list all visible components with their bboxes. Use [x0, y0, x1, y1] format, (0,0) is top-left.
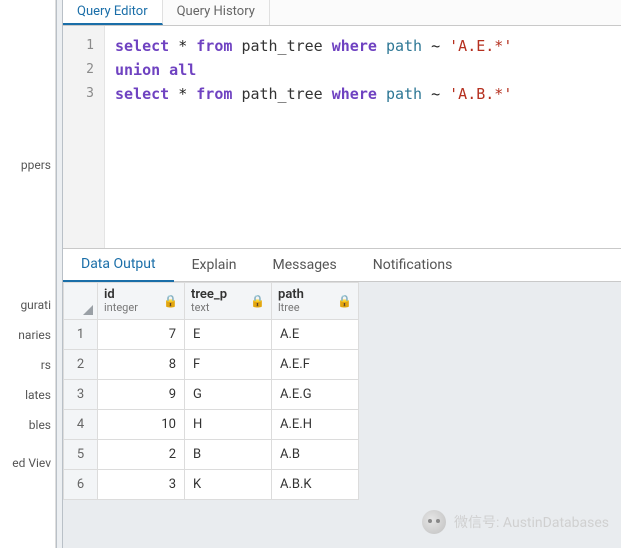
cell-tree-p[interactable]: K — [185, 470, 272, 500]
tree-item[interactable]: rs — [0, 350, 55, 380]
row-number[interactable]: 4 — [64, 410, 98, 440]
cell-id[interactable]: 2 — [98, 440, 185, 470]
column-type: integer — [104, 302, 138, 314]
column-type: text — [191, 302, 227, 314]
cell-path[interactable]: A.E.G — [272, 380, 359, 410]
row-number[interactable]: 6 — [64, 470, 98, 500]
browser-tree-panel: ppers gurati naries rs lates bles ed Vie… — [0, 0, 56, 548]
line-gutter: 1 2 3 — [63, 26, 105, 248]
result-tabs: Data Output Explain Messages Notificatio… — [63, 248, 621, 282]
table-row[interactable]: 52BA.B — [64, 440, 359, 470]
table-row[interactable]: 410HA.E.H — [64, 410, 359, 440]
column-header-tree-p[interactable]: tree_p text 🔒 — [185, 283, 272, 320]
cell-path[interactable]: A.B.K — [272, 470, 359, 500]
row-number[interactable]: 2 — [64, 350, 98, 380]
cell-tree-p[interactable]: F — [185, 350, 272, 380]
tab-messages[interactable]: Messages — [254, 249, 354, 281]
cell-id[interactable]: 10 — [98, 410, 185, 440]
tab-query-history[interactable]: Query History — [163, 0, 270, 25]
column-name: id — [104, 288, 138, 302]
cell-id[interactable]: 9 — [98, 380, 185, 410]
tree-item[interactable]: naries — [0, 320, 55, 350]
cell-path[interactable]: A.B — [272, 440, 359, 470]
select-all-corner[interactable] — [64, 283, 98, 320]
corner-triangle-icon — [83, 305, 93, 315]
table-row[interactable]: 63KA.B.K — [64, 470, 359, 500]
line-number: 1 — [63, 34, 94, 58]
tab-notifications[interactable]: Notifications — [355, 249, 471, 281]
cell-tree-p[interactable]: B — [185, 440, 272, 470]
cell-tree-p[interactable]: G — [185, 380, 272, 410]
cell-tree-p[interactable]: H — [185, 410, 272, 440]
cell-id[interactable]: 7 — [98, 320, 185, 350]
cell-path[interactable]: A.E.H — [272, 410, 359, 440]
line-number: 2 — [63, 58, 94, 82]
cell-tree-p[interactable]: E — [185, 320, 272, 350]
table-row[interactable]: 39GA.E.G — [64, 380, 359, 410]
sql-editor[interactable]: 1 2 3 select * from path_tree where path… — [63, 26, 621, 248]
tree-item[interactable]: gurati — [0, 290, 55, 320]
column-header-path[interactable]: path ltree 🔒 — [272, 283, 359, 320]
table-row[interactable]: 17EA.E — [64, 320, 359, 350]
row-number[interactable]: 5 — [64, 440, 98, 470]
tab-explain[interactable]: Explain — [174, 249, 255, 281]
row-number[interactable]: 1 — [64, 320, 98, 350]
tab-data-output[interactable]: Data Output — [63, 248, 174, 283]
result-grid[interactable]: id integer 🔒 tree_p text — [63, 282, 621, 548]
cell-id[interactable]: 3 — [98, 470, 185, 500]
code-area[interactable]: select * from path_tree where path ~ 'A.… — [105, 26, 621, 248]
lock-icon: 🔒 — [159, 294, 178, 308]
column-type: ltree — [278, 302, 304, 314]
query-tabs: Query Editor Query History — [63, 0, 621, 26]
result-table: id integer 🔒 tree_p text — [63, 282, 359, 500]
tab-query-editor[interactable]: Query Editor — [63, 0, 163, 25]
column-header-id[interactable]: id integer 🔒 — [98, 283, 185, 320]
cell-path[interactable]: A.E.F — [272, 350, 359, 380]
row-number[interactable]: 3 — [64, 380, 98, 410]
line-number: 3 — [63, 82, 94, 106]
cell-path[interactable]: A.E — [272, 320, 359, 350]
column-name: path — [278, 288, 304, 302]
tree-item[interactable]: ed Viev — [0, 448, 55, 478]
main-panel: Query Editor Query History 1 2 3 select … — [63, 0, 621, 548]
column-name: tree_p — [191, 288, 227, 302]
tree-item[interactable]: lates — [0, 380, 55, 410]
table-row[interactable]: 28FA.E.F — [64, 350, 359, 380]
lock-icon: 🔒 — [246, 294, 265, 308]
tree-item[interactable]: bles — [0, 410, 55, 440]
cell-id[interactable]: 8 — [98, 350, 185, 380]
lock-icon: 🔒 — [333, 294, 352, 308]
tree-item[interactable]: ppers — [0, 150, 55, 180]
vertical-splitter[interactable] — [56, 0, 63, 548]
